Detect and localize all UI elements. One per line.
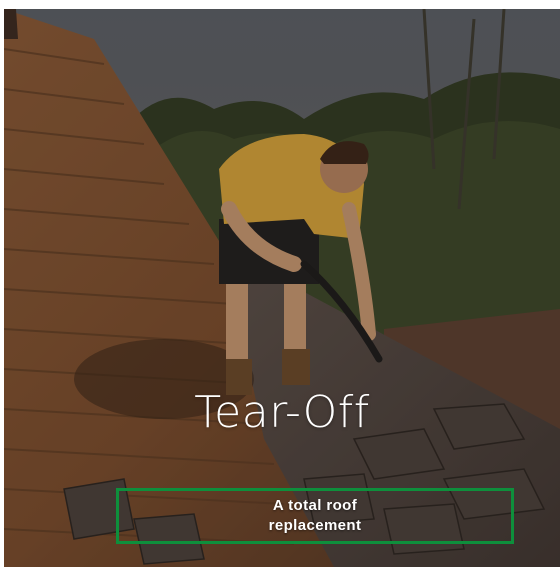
card-title: Tear-Off [194,387,370,438]
photo-overlay [4,9,560,567]
cta-button[interactable]: A total roof replacement [116,488,514,544]
cta-label: A total roof replacement [268,497,362,534]
service-card[interactable]: Tear-Off A total roof replacement [4,9,560,567]
